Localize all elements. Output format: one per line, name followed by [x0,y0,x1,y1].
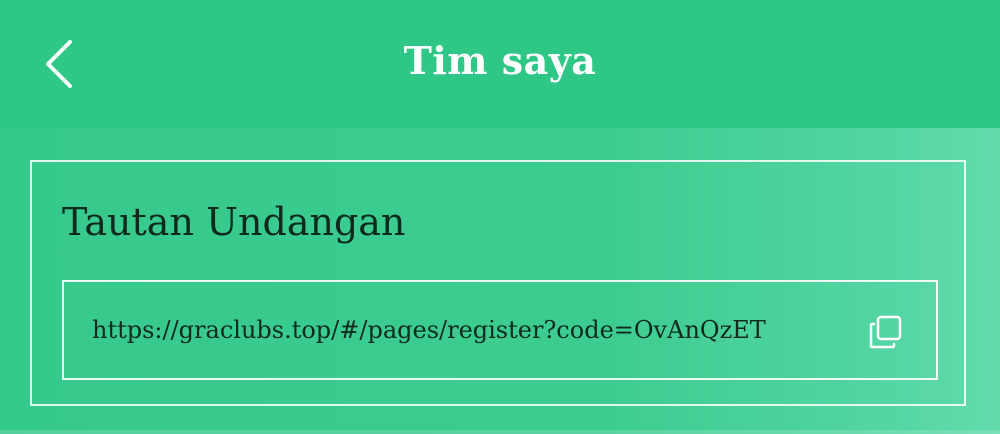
invite-link-text: https://graclubs.top/#/pages/register?co… [92,316,766,344]
copy-link-button[interactable] [868,314,904,350]
page-title: Tim saya [403,38,597,83]
invite-link-heading: Tautan Undangan [62,200,406,244]
invite-link-field[interactable]: https://graclubs.top/#/pages/register?co… [62,280,938,380]
top-app-bar: Tim saya [0,0,1000,128]
invite-link-card: Tautan Undangan https://graclubs.top/#/p… [30,160,966,406]
copy-icon [868,315,904,354]
bottom-divider [0,430,1000,434]
main-content: Tautan Undangan https://graclubs.top/#/p… [0,128,1000,434]
